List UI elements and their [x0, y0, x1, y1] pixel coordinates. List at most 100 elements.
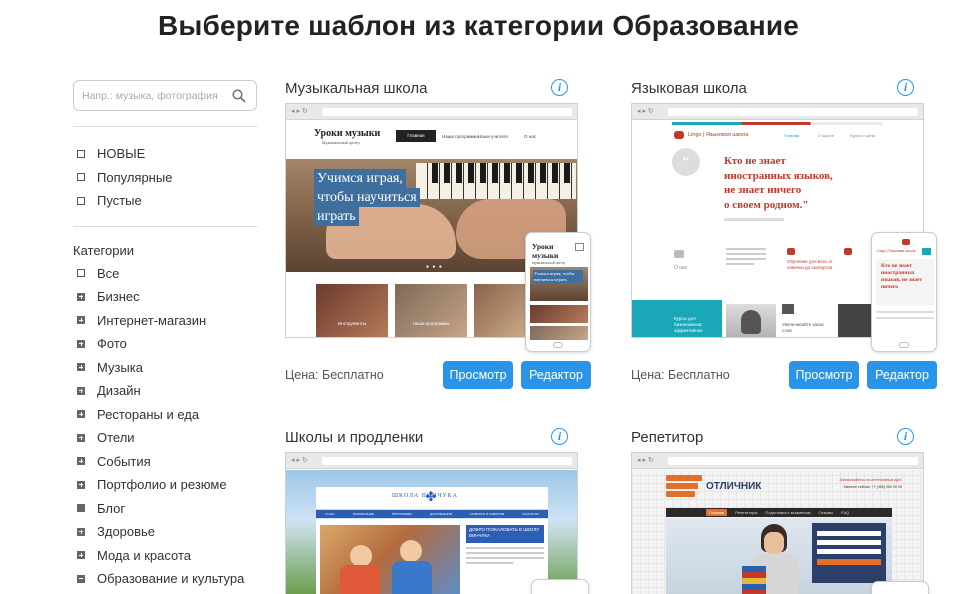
category-item-health[interactable]: Здоровье [73, 520, 257, 544]
form-field [817, 531, 881, 536]
child-figure [392, 561, 432, 594]
thumb-welcome: ДОБРО ПОЖАЛОВАТЬ В ШКОЛУ ВИНЧУКА [466, 525, 544, 543]
filter-item-empty[interactable]: Пустые [73, 189, 257, 213]
category-item-education[interactable]: Образование и культура [73, 567, 257, 591]
expand-icon[interactable] [77, 339, 85, 348]
signup-form [812, 523, 886, 583]
student-face [764, 532, 784, 554]
expand-icon[interactable] [77, 410, 85, 419]
expand-icon[interactable] [77, 363, 85, 372]
checkbox-icon[interactable] [77, 504, 85, 513]
category-label: Образование и культура [97, 571, 245, 587]
school-emblem-icon: ✤ [425, 489, 437, 504]
categories-heading: Категории [73, 242, 134, 258]
thumb-block: Курсы для бизнесменов: эффективное [674, 316, 703, 333]
mobile-quote: Кто не знает иностранных языков, не знае… [881, 263, 923, 290]
browser-nav-icon: ◂ ▸ ↻ [637, 457, 654, 464]
expand-icon[interactable] [77, 386, 85, 395]
checkbox-icon[interactable] [77, 269, 85, 278]
category-item-portfolio[interactable]: Портфолио и резюме [73, 473, 257, 497]
category-label: Дизайн [97, 383, 141, 399]
headline-line: чтобы научиться [314, 188, 420, 207]
thumb-nav-active: Главная [396, 130, 436, 142]
expand-icon[interactable] [77, 433, 85, 442]
browser-nav-icon: ◂ ▸ ↻ [637, 108, 654, 115]
thumb-nav: Курсы и цены [850, 133, 876, 138]
thumb-nav: Отзывы [818, 510, 834, 515]
category-item-hotels[interactable]: Отели [73, 426, 257, 450]
info-icon[interactable]: i [551, 79, 568, 96]
category-item-events[interactable]: События [73, 450, 257, 474]
checkbox-icon[interactable] [77, 149, 85, 158]
category-item-blog[interactable]: Блог [73, 497, 257, 521]
search-icon[interactable] [232, 89, 246, 103]
thumb-logo: Lingo | Языковая школа [688, 132, 749, 138]
thumb-headline: Учимся играя, чтобы научиться играть [314, 169, 420, 226]
expand-icon[interactable] [77, 292, 85, 301]
category-item-all[interactable]: Все [73, 262, 257, 286]
info-icon[interactable]: i [897, 79, 914, 96]
books-logo-icon [666, 475, 702, 501]
template-preview[interactable]: ◂ ▸ ↻ ШКОЛА ВИНЧУКА ✤ О НАС РАСПИСАНИЕ П… [285, 452, 578, 594]
category-item-fashion[interactable]: Мода и красота [73, 544, 257, 568]
mobile-quote-box: Кто не знает иностранных языков, не знае… [876, 259, 934, 305]
category-item-shop[interactable]: Интернет-магазин [73, 309, 257, 333]
price-label: Цена: Бесплатно [631, 368, 730, 382]
card-title: Музыкальная школа [285, 80, 428, 97]
child-figure [350, 545, 372, 567]
checkbox-icon[interactable] [77, 173, 85, 182]
filter-item-new[interactable]: НОВЫЕ [73, 142, 257, 166]
category-label: Музыка [97, 359, 143, 375]
category-item-photo[interactable]: Фото [73, 332, 257, 356]
mobile-preview: Уроки музыки Музыкальный центр Учимся игр… [525, 232, 591, 352]
piano-black-keys [426, 163, 576, 183]
category-item-business[interactable]: Бизнес [73, 285, 257, 309]
browser-bar: ◂ ▸ ↻ [286, 104, 577, 120]
category-item-music[interactable]: Музыка [73, 356, 257, 380]
preview-button[interactable]: Просмотр [443, 361, 513, 389]
page-title: Выберите шаблон из категории Образование [157, 10, 800, 41]
text-placeholder [876, 317, 934, 319]
template-preview[interactable]: ◂ ▸ ↻ ОТЛИЧНИК Записывайтесь на интенсив… [631, 452, 924, 594]
search-box [73, 80, 257, 111]
sidebar: НОВЫЕ Популярные Пустые Категории Все Би… [73, 80, 257, 591]
mobile-preview [531, 579, 589, 594]
preview-button[interactable]: Просмотр [789, 361, 859, 389]
browser-bar: ◂ ▸ ↻ [632, 104, 923, 120]
thumb-nav: Репетиторы [735, 510, 758, 515]
expand-icon[interactable] [77, 527, 85, 536]
info-icon[interactable]: i [897, 428, 914, 445]
expand-icon[interactable] [77, 480, 85, 489]
filter-label: НОВЫЕ [97, 146, 146, 162]
thumb-nav: О НАС [325, 512, 335, 516]
menu-icon [575, 243, 584, 251]
category-list: Все Бизнес Интернет-магазин Фото Музыка … [73, 262, 257, 591]
thumb-nav: Подготовка к экзаменам [765, 510, 811, 515]
about-icon [674, 250, 684, 258]
menu-icon [922, 248, 931, 255]
info-icon[interactable]: i [551, 428, 568, 445]
mobile-preview: Lingo | Языковая школа Кто не знает инос… [871, 232, 937, 352]
feature-text [726, 248, 766, 278]
chat-bubble-icon [787, 248, 795, 255]
editor-button[interactable]: Редактор [867, 361, 937, 389]
book-stack-image [742, 566, 766, 594]
search-input[interactable] [74, 81, 224, 110]
address-bar [322, 457, 572, 465]
editor-button[interactable]: Редактор [521, 361, 591, 389]
category-item-design[interactable]: Дизайн [73, 379, 257, 403]
expand-icon[interactable] [77, 457, 85, 466]
filter-label: Пустые [97, 193, 142, 209]
thumb-quote: Кто не знает иностранных языков, не знае… [724, 154, 833, 212]
thumb-block: Увеличивайте запас слов [782, 322, 825, 333]
child-figure [340, 565, 380, 594]
thumb-nav: РАСПИСАНИЕ [353, 512, 374, 516]
category-item-restaurants[interactable]: Рестораны и еда [73, 403, 257, 427]
category-label: Блог [97, 500, 126, 516]
category-label: Интернет-магазин [97, 312, 207, 328]
expand-icon[interactable] [77, 316, 85, 325]
filter-item-popular[interactable]: Популярные [73, 166, 257, 190]
expand-icon[interactable] [77, 551, 85, 560]
checkbox-icon[interactable] [77, 196, 85, 205]
collapse-icon[interactable] [77, 574, 85, 583]
